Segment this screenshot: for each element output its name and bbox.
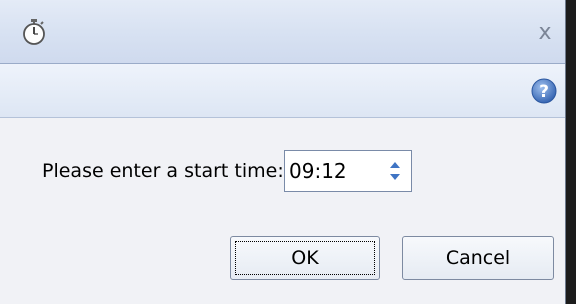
start-time-input[interactable]: 09:12	[284, 150, 412, 192]
start-time-dialog: x ? Please enter a start time: 09:12 OK …	[0, 0, 566, 304]
time-spinner[interactable]	[387, 159, 403, 183]
dialog-content: Please enter a start time: 09:12 OK Canc…	[0, 118, 565, 304]
help-icon[interactable]: ?	[530, 77, 558, 105]
close-button[interactable]: x	[534, 22, 556, 44]
start-time-label: Please enter a start time:	[42, 160, 284, 182]
spin-down-icon[interactable]	[390, 174, 400, 180]
help-bar: ?	[0, 64, 565, 118]
start-time-value[interactable]: 09:12	[289, 159, 347, 183]
focus-ring	[235, 241, 375, 275]
ok-button[interactable]: OK	[230, 236, 380, 280]
svg-text:?: ?	[539, 82, 549, 102]
stopwatch-icon	[23, 19, 45, 45]
cancel-button[interactable]: Cancel	[402, 236, 554, 280]
cancel-button-label: Cancel	[445, 247, 511, 269]
spin-up-icon[interactable]	[390, 162, 400, 168]
title-bar: x	[0, 0, 565, 64]
